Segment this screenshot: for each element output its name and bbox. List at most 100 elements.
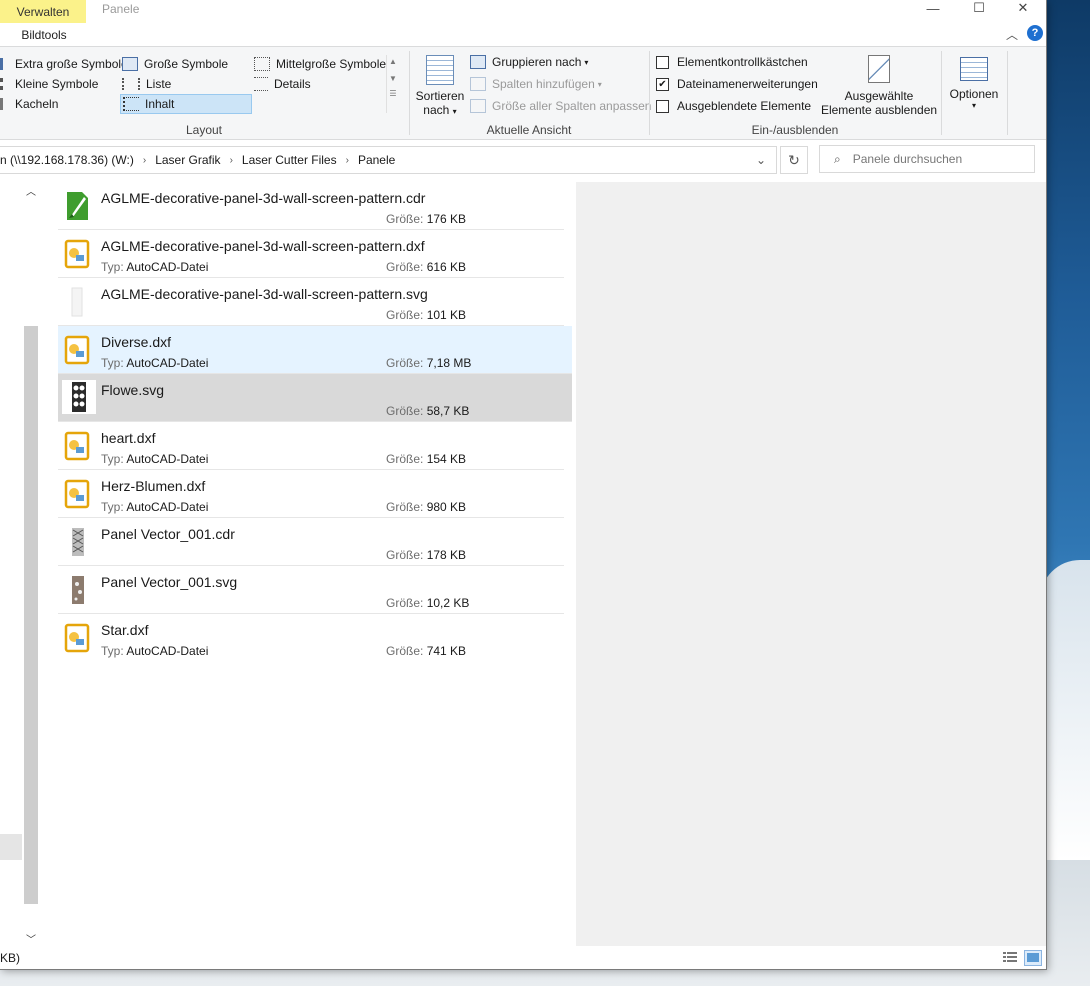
file-item-hover[interactable]: Diverse.dxf Typ: AutoCAD-Datei Größe: 7,… xyxy=(58,326,572,374)
refresh-icon[interactable]: ↻ xyxy=(780,146,808,174)
dxf-icon xyxy=(64,622,90,654)
address-history-dropdown-icon[interactable]: ⌄ xyxy=(748,147,774,173)
breadcrumb-chevron-icon[interactable]: › xyxy=(346,155,349,166)
nav-selected-item[interactable] xyxy=(0,834,22,860)
checkbox-label: Elementkontrollkästchen xyxy=(677,55,808,69)
context-tab-verwalten[interactable]: Verwalten xyxy=(0,0,86,23)
gallery-down-icon[interactable]: ▼ xyxy=(387,74,399,83)
file-item[interactable]: heart.dxf Typ: AutoCAD-Datei Größe: 154 … xyxy=(58,422,564,470)
file-size: Größe: 7,18 MB xyxy=(386,356,472,370)
file-item[interactable]: AGLME-decorative-panel-3d-wall-screen-pa… xyxy=(58,230,564,278)
search-box[interactable]: ⌕ xyxy=(819,145,1035,173)
layout-item-label: Extra große Symbole xyxy=(15,57,128,71)
dxf-icon xyxy=(64,238,90,270)
layout-gallery-scroll[interactable]: ▲ ▼ ☰ xyxy=(386,55,399,113)
tab-bildtools[interactable]: Bildtools xyxy=(14,25,74,45)
layout-extra-large-icons[interactable]: Extra große Symbole xyxy=(0,55,128,73)
explorer-window: Verwalten Bildtools Panele — ☐ ✕ ︿ ? Ext… xyxy=(0,0,1046,969)
breadcrumb-chevron-icon[interactable]: › xyxy=(230,155,233,166)
layout-tiles[interactable]: Kacheln xyxy=(0,95,58,113)
maximize-button[interactable]: ☐ xyxy=(956,0,1002,16)
group-by-icon xyxy=(470,55,486,69)
checkbox-item-check-boxes-box[interactable] xyxy=(656,55,669,69)
layout-content[interactable]: Inhalt xyxy=(120,94,252,114)
file-name: AGLME-decorative-panel-3d-wall-screen-pa… xyxy=(101,238,425,254)
nav-scroll-down-icon[interactable]: ﹀ xyxy=(24,930,38,946)
ribbon-group-current-view: Sortieren nach ▾ Gruppieren nach ▾ Spalt… xyxy=(410,47,651,139)
layout-small-icons[interactable]: Kleine Symbole xyxy=(0,75,98,93)
file-size: Größe: 616 KB xyxy=(386,260,467,274)
file-item-selected[interactable]: Flowe.svg Größe: 58,7 KB xyxy=(58,374,572,422)
close-button[interactable]: ✕ xyxy=(1000,0,1046,16)
options-button[interactable]: Optionen ▾ xyxy=(944,55,1004,119)
add-columns-label: Spalten hinzufügen xyxy=(492,77,595,91)
layout-details[interactable]: Details xyxy=(254,75,311,93)
search-input[interactable] xyxy=(850,151,1015,167)
title-bar: Verwalten Bildtools Panele — ☐ ✕ ︿ ? xyxy=(0,0,1046,46)
address-bar[interactable]: n (\\192.168.178.36) (W:) › Laser Grafik… xyxy=(0,146,777,174)
sort-dropdown-icon: ▾ xyxy=(452,107,457,116)
file-type: Typ: AutoCAD-Datei xyxy=(101,500,209,514)
layout-list[interactable]: Liste xyxy=(122,75,171,93)
gallery-more-icon[interactable]: ☰ xyxy=(387,89,399,98)
ribbon-separator xyxy=(1007,51,1008,135)
cdr-thumbnail-icon xyxy=(64,526,90,558)
checkbox-file-extensions[interactable]: ✔ Dateinamenerweiterungen xyxy=(656,75,818,93)
hide-selected-button[interactable]: Ausgewählte Elemente ausblenden xyxy=(820,55,938,119)
file-name: Panel Vector_001.svg xyxy=(101,574,238,590)
layout-item-label: Kacheln xyxy=(15,97,59,111)
layout-medium-icons[interactable]: Mittelgroße Symbole xyxy=(254,55,386,73)
layout-item-label: Details xyxy=(274,77,311,91)
dxf-icon xyxy=(64,478,90,510)
breadcrumb-drive[interactable]: n (\\192.168.178.36) (W:) xyxy=(0,153,134,167)
options-label: Optionen xyxy=(949,87,999,101)
add-columns-button[interactable]: Spalten hinzufügen ▾ xyxy=(470,75,602,93)
file-item[interactable]: Panel Vector_001.svg Größe: 10,2 KB xyxy=(58,566,564,614)
file-size: Größe: 154 KB xyxy=(386,452,467,466)
group-label-layout: Layout xyxy=(185,123,223,137)
file-type: Typ: AutoCAD-Datei xyxy=(101,644,209,658)
nav-scroll-up-icon[interactable]: ︿ xyxy=(24,182,38,198)
checkbox-hidden-items-box[interactable] xyxy=(656,99,669,113)
file-item[interactable]: Panel Vector_001.cdr Größe: 178 KB xyxy=(58,518,564,566)
large-icons-icon xyxy=(122,57,138,71)
size-all-columns-button[interactable]: Größe aller Spalten anpassen xyxy=(470,97,651,115)
layout-item-label: Mittelgroße Symbole xyxy=(276,57,387,71)
file-item[interactable]: AGLME-decorative-panel-3d-wall-screen-pa… xyxy=(58,182,564,230)
breadcrumb-chevron-icon[interactable]: › xyxy=(143,155,146,166)
group-by-dropdown-icon: ▾ xyxy=(584,57,589,67)
address-bar-row: n (\\192.168.178.36) (W:) › Laser Grafik… xyxy=(0,140,1046,180)
layout-item-label: Liste xyxy=(146,77,172,91)
details-view-icon[interactable] xyxy=(1002,950,1018,964)
file-size: Größe: 10,2 KB xyxy=(386,596,470,610)
layout-large-icons[interactable]: Große Symbole xyxy=(122,55,228,73)
checkbox-label: Dateinamenerweiterungen xyxy=(677,77,818,91)
file-item[interactable]: Herz-Blumen.dxf Typ: AutoCAD-Datei Größe… xyxy=(58,470,564,518)
gallery-up-icon[interactable]: ▲ xyxy=(387,57,399,66)
breadcrumb-laser-grafik[interactable]: Laser Grafik xyxy=(155,153,220,167)
help-icon[interactable]: ? xyxy=(1027,25,1043,41)
group-label-show-hide: Ein-/ausblenden xyxy=(751,123,839,137)
file-name: Star.dxf xyxy=(101,622,149,638)
checkbox-hidden-items[interactable]: Ausgeblendete Elemente xyxy=(656,97,811,115)
breadcrumb-panele[interactable]: Panele xyxy=(358,153,395,167)
file-size: Größe: 58,7 KB xyxy=(386,404,470,418)
search-icon: ⌕ xyxy=(834,151,841,166)
file-item[interactable]: AGLME-decorative-panel-3d-wall-screen-pa… xyxy=(58,278,564,326)
file-list: AGLME-decorative-panel-3d-wall-screen-pa… xyxy=(58,182,574,661)
ribbon-collapse-icon[interactable]: ︿ xyxy=(1003,26,1021,42)
group-by-button[interactable]: Gruppieren nach ▾ xyxy=(470,53,588,71)
checkbox-file-extensions-box[interactable]: ✔ xyxy=(656,77,669,91)
large-icons-view-icon[interactable] xyxy=(1024,950,1042,966)
hide-selected-icon xyxy=(868,55,890,83)
sort-by-button[interactable]: Sortieren nach ▾ xyxy=(414,53,466,117)
navigation-pane: ︿ ﹀ xyxy=(0,180,40,946)
nav-scrollbar-thumb[interactable] xyxy=(24,326,38,904)
minimize-button[interactable]: — xyxy=(910,0,956,16)
hide-selected-label-line1: Ausgewählte xyxy=(844,89,914,103)
checkbox-item-check-boxes[interactable]: Elementkontrollkästchen xyxy=(656,53,808,71)
file-size: Größe: 741 KB xyxy=(386,644,467,658)
window-title: Panele xyxy=(102,2,140,16)
file-item[interactable]: Star.dxf Typ: AutoCAD-Datei Größe: 741 K… xyxy=(58,614,564,661)
breadcrumb-laser-cutter-files[interactable]: Laser Cutter Files xyxy=(242,153,337,167)
